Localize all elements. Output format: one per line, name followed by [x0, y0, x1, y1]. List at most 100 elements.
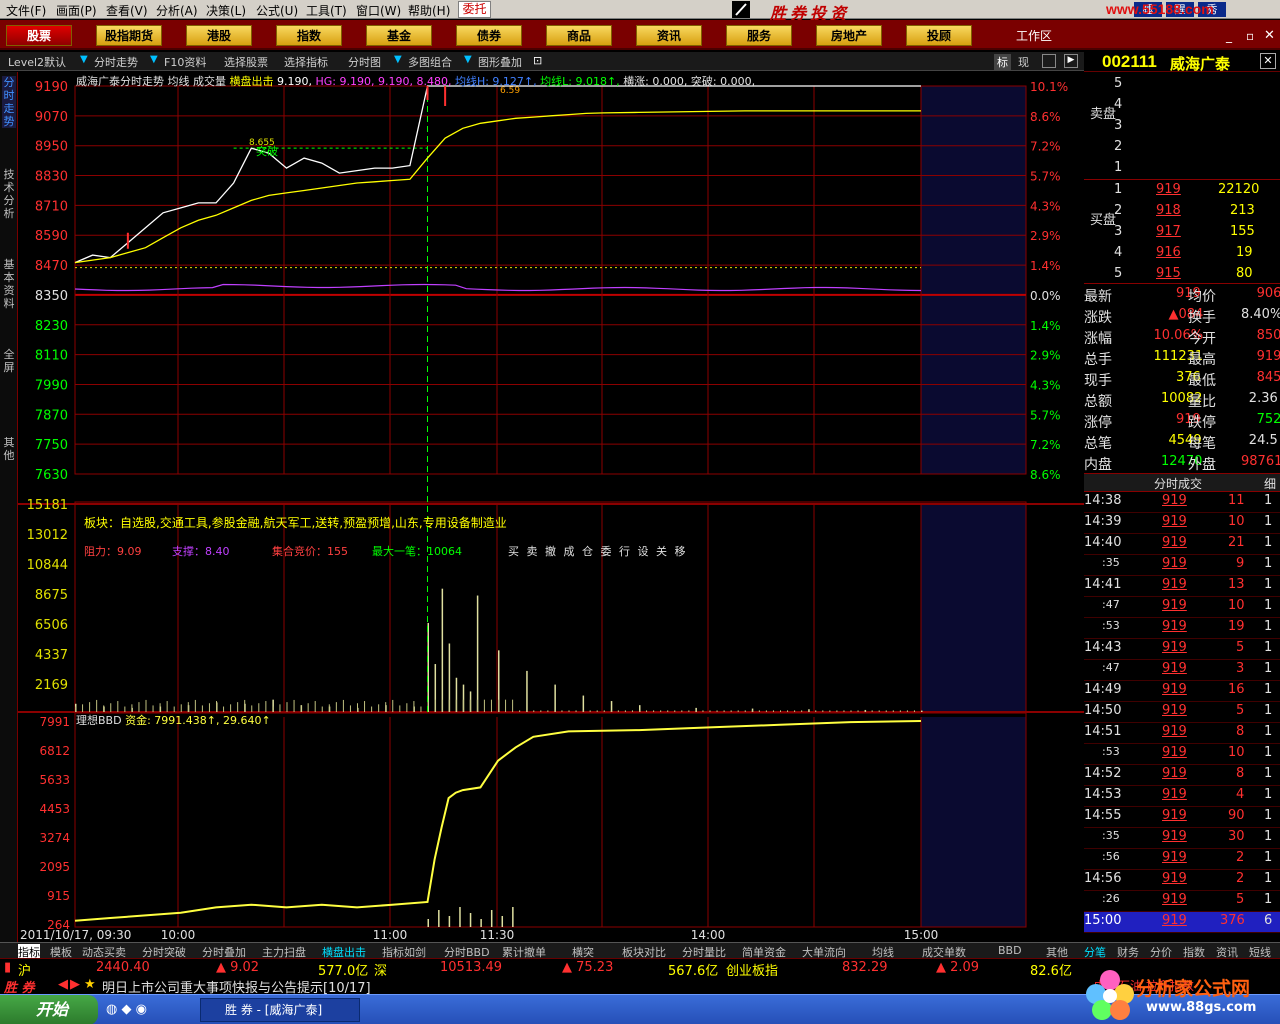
dropdown-arrow-icon[interactable]: ▼ — [80, 54, 88, 65]
order-actions[interactable]: 买 卖 撤 成 仓 委 行 设 关 移 — [508, 543, 687, 559]
workarea-label[interactable]: 工作区 — [1016, 27, 1052, 44]
tab-commodity[interactable]: 商品 — [546, 25, 612, 46]
lock-icon[interactable]: ⊡ — [533, 54, 542, 67]
trade-price[interactable]: 919 — [1162, 829, 1187, 844]
intraday-chart-btn[interactable]: 分时走势 — [94, 54, 138, 70]
vtab-fullscreen[interactable]: 全屏 — [2, 348, 16, 374]
tab-index[interactable]: 指数 — [276, 25, 342, 46]
buy-price[interactable]: 919 — [1156, 182, 1181, 197]
trade-time: 14:50 — [1084, 703, 1122, 718]
volume-bar — [89, 702, 91, 712]
buy-price[interactable]: 917 — [1156, 224, 1181, 239]
menu-help[interactable]: 帮助(H) — [408, 2, 450, 19]
level2-default[interactable]: Level2默认 — [8, 54, 66, 70]
vtab-technical[interactable]: 技术分析 — [2, 168, 16, 220]
buy-price[interactable]: 918 — [1156, 203, 1181, 218]
trade-time: 15:00 — [1084, 913, 1122, 928]
trade-price[interactable]: 919 — [1162, 787, 1187, 802]
volume-bar — [483, 699, 485, 712]
menu-formula[interactable]: 公式(U) — [256, 2, 298, 19]
menu-decision[interactable]: 决策(L) — [206, 2, 246, 19]
ma-label[interactable]: 均线 — [168, 75, 190, 88]
buy-price[interactable]: 915 — [1156, 266, 1181, 281]
quicklaunch-icons[interactable]: ◍ ◆ ◉ — [106, 1002, 147, 1017]
trade-price[interactable]: 919 — [1162, 871, 1187, 886]
prev-icon[interactable]: ◀ — [58, 977, 68, 992]
weituo-button[interactable]: 委托 — [458, 1, 491, 18]
tab-bond[interactable]: 债券 — [456, 25, 522, 46]
cy-value[interactable]: 832.29 — [842, 960, 888, 975]
trade-price[interactable]: 919 — [1162, 892, 1187, 907]
trade-price[interactable]: 919 — [1162, 514, 1187, 529]
tab-advisor[interactable]: 投顾 — [906, 25, 972, 46]
current-button[interactable]: 现 — [1018, 54, 1029, 70]
restore-icon[interactable]: ▫ — [1246, 29, 1254, 43]
sh-value[interactable]: 2440.40 — [96, 960, 150, 975]
volume-bar — [885, 710, 887, 712]
menu-view[interactable]: 查看(V) — [106, 2, 148, 19]
start-button[interactable]: 开始 — [0, 995, 98, 1024]
select-stock-btn[interactable]: 选择股票 — [224, 54, 268, 70]
overlay-btn[interactable]: 图形叠加 — [478, 54, 522, 70]
sz-value[interactable]: 10513.49 — [440, 960, 502, 975]
multi-chart-btn[interactable]: 多图组合 — [408, 54, 452, 70]
menu-tools[interactable]: 工具(T) — [306, 2, 347, 19]
volume-label[interactable]: 成交量 — [193, 75, 226, 88]
trade-price[interactable]: 919 — [1162, 577, 1187, 592]
vtab-other[interactable]: 其他 — [2, 436, 16, 462]
trade-price[interactable]: 919 — [1162, 535, 1187, 550]
buy-price[interactable]: 916 — [1156, 245, 1181, 260]
tab-news[interactable]: 资讯 — [636, 25, 702, 46]
trade-price[interactable]: 919 — [1162, 703, 1187, 718]
menu-window[interactable]: 窗口(W) — [356, 2, 401, 19]
menu-file[interactable]: 文件(F) — [6, 2, 46, 19]
volume-bar — [624, 710, 626, 712]
trade-price[interactable]: 919 — [1162, 913, 1187, 928]
tab-service[interactable]: 服务 — [726, 25, 792, 46]
menu-view-pane[interactable]: 画面(P) — [56, 2, 97, 19]
volume-bar — [744, 710, 746, 712]
tab-fund[interactable]: 基金 — [366, 25, 432, 46]
trade-price[interactable]: 919 — [1162, 619, 1187, 634]
indicator-tab[interactable]: BBD — [998, 944, 1022, 957]
volume-bar — [117, 701, 119, 712]
tab-index-futures[interactable]: 股指期货 — [96, 25, 162, 46]
trade-price[interactable]: 919 — [1162, 745, 1187, 760]
trade-price[interactable]: 919 — [1162, 808, 1187, 823]
time-tick-label: 2011/10/17, 09:30 — [20, 928, 131, 942]
dropdown-arrow-icon[interactable]: ▼ — [150, 54, 158, 65]
select-indicator-btn[interactable]: 选择指标 — [284, 54, 328, 70]
vtab-fundamentals[interactable]: 基本资料 — [2, 258, 16, 310]
minimize-icon[interactable]: _ — [1226, 29, 1232, 43]
trade-price[interactable]: 919 — [1162, 661, 1187, 676]
trade-price[interactable]: 919 — [1162, 493, 1187, 508]
panel-toggle-icon[interactable] — [1042, 54, 1056, 68]
trades-detail-button[interactable]: 细 — [1264, 475, 1276, 492]
f10-btn[interactable]: F10资料 — [164, 54, 206, 70]
mark-button[interactable]: 标 — [994, 54, 1011, 70]
pen-icon[interactable] — [732, 1, 750, 18]
close-icon[interactable]: ✕ — [1260, 53, 1276, 69]
trade-price[interactable]: 919 — [1162, 640, 1187, 655]
volume-bar — [441, 699, 443, 712]
intraday-view-btn[interactable]: 分时图 — [348, 54, 381, 70]
trade-price[interactable]: 919 — [1162, 766, 1187, 781]
tab-stock[interactable]: 股票 — [6, 25, 72, 46]
vtab-intraday[interactable]: 分时走势 — [2, 76, 16, 128]
dropdown-arrow-icon[interactable]: ▼ — [464, 54, 472, 65]
dropdown-arrow-icon[interactable]: ▼ — [394, 54, 402, 65]
taskbar-item[interactable]: 胜 券 - [威海广泰] — [200, 998, 360, 1022]
trade-price[interactable]: 919 — [1162, 556, 1187, 571]
trade-price[interactable]: 919 — [1162, 598, 1187, 613]
menu-analysis[interactable]: 分析(A) — [156, 2, 198, 19]
play-icon[interactable]: ▶ — [1064, 54, 1078, 68]
tab-realestate[interactable]: 房地产 — [816, 25, 882, 46]
trade-price[interactable]: 919 — [1162, 682, 1187, 697]
trade-price[interactable]: 919 — [1162, 850, 1187, 865]
volume-bar — [843, 710, 845, 712]
next-icon[interactable]: ▶ — [70, 977, 80, 992]
intraday-chart[interactable]: 9190 9070 8950 8830 8710 8590 8470 8350 8230 8110… — [18, 72, 1084, 942]
close-icon[interactable]: ✕ — [1264, 28, 1275, 43]
tab-hk-stock[interactable]: 港股 — [186, 25, 252, 46]
trade-price[interactable]: 919 — [1162, 724, 1187, 739]
